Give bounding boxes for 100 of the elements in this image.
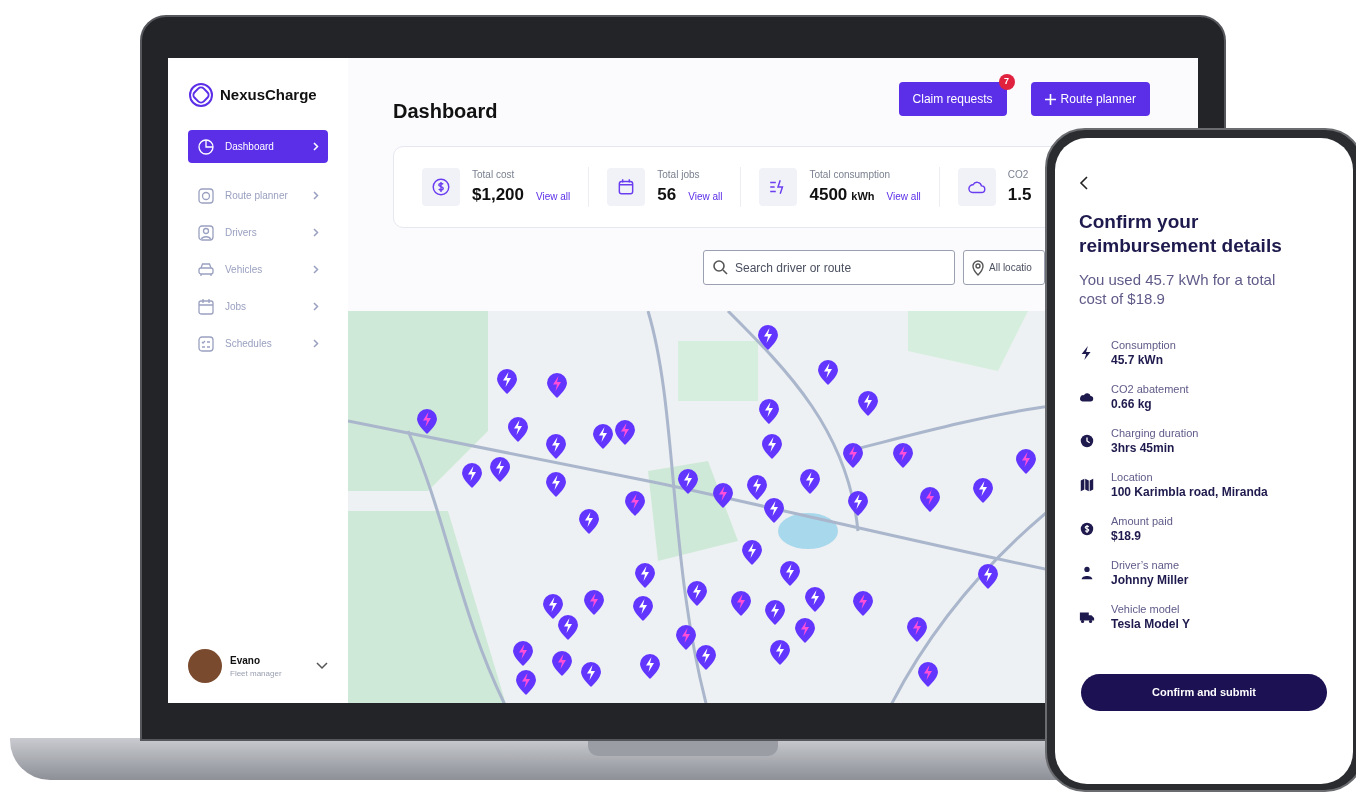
charging-pin-icon[interactable] (857, 390, 879, 417)
detail-value: Tesla Model Y (1111, 616, 1190, 632)
detail-value: 100 Karimbla road, Miranda (1111, 484, 1268, 500)
charging-pin-icon[interactable] (546, 372, 568, 399)
chevron-down-icon[interactable] (316, 662, 328, 670)
charging-pin-icon[interactable] (496, 368, 518, 395)
user-role: Fleet manager (230, 667, 282, 680)
charging-pin-icon[interactable] (461, 462, 483, 489)
chevron-right-icon (313, 265, 319, 274)
charging-pin-icon[interactable] (695, 644, 717, 671)
charging-pin-icon[interactable] (512, 640, 534, 667)
stat-value: $1,200 (472, 183, 524, 206)
charging-pin-icon[interactable] (779, 560, 801, 587)
charging-pin-icon[interactable] (917, 661, 939, 688)
charging-pin-icon[interactable] (977, 563, 999, 590)
charging-pin-icon[interactable] (712, 482, 734, 509)
charging-pin-icon[interactable] (545, 471, 567, 498)
detail-value: $18.9 (1111, 528, 1143, 544)
charging-pin-icon[interactable] (624, 490, 646, 517)
view-all-link[interactable]: View all (536, 188, 571, 204)
chevron-right-icon (313, 302, 319, 311)
driver-icon (1079, 565, 1095, 581)
charging-pin-icon[interactable] (757, 324, 779, 351)
charging-pin-icon[interactable] (919, 486, 941, 513)
charging-pin-icon[interactable] (972, 477, 994, 504)
charging-pin-icon[interactable] (892, 442, 914, 469)
user-name: Evano (230, 653, 261, 668)
charging-pin-icon[interactable] (1015, 448, 1037, 475)
charging-pin-icon[interactable] (906, 616, 928, 643)
chevron-right-icon (313, 142, 319, 151)
stat-label: Total jobs (657, 167, 701, 182)
stat-value: 4500 (809, 183, 848, 206)
charging-pin-icon[interactable] (675, 624, 697, 651)
charging-pin-icon[interactable] (686, 580, 708, 607)
location-dropdown[interactable]: All locatio (963, 250, 1045, 285)
stat-label: Total consumption (809, 167, 892, 182)
charging-pin-icon[interactable] (817, 359, 839, 386)
detail-label: Amount paid (1111, 514, 1173, 528)
charging-pin-icon[interactable] (578, 508, 600, 535)
stat-label: Total cost (472, 167, 516, 182)
charging-pin-icon[interactable] (847, 490, 869, 517)
charging-pin-icon[interactable] (583, 589, 605, 616)
back-icon[interactable] (1079, 176, 1089, 190)
charging-pin-icon[interactable] (842, 442, 864, 469)
dashboard-icon (197, 137, 215, 156)
charging-pin-icon[interactable] (677, 468, 699, 495)
charging-pin-icon[interactable] (763, 497, 785, 524)
charging-pin-icon[interactable] (580, 661, 602, 688)
charging-pin-icon[interactable] (741, 539, 763, 566)
stat-value: 56 (657, 183, 677, 206)
charging-pin-icon[interactable] (730, 590, 752, 617)
detail-value: 3hrs 45min (1111, 440, 1176, 456)
detail-label: Location (1111, 470, 1154, 484)
avatar (188, 649, 222, 683)
charging-pin-icon[interactable] (632, 595, 654, 622)
charging-pin-icon[interactable] (634, 562, 656, 589)
cost-icon (431, 177, 451, 197)
charging-pin-icon[interactable] (746, 474, 768, 501)
summary-text: You used 45.7 kWh for a total cost of $18.9 (1079, 270, 1277, 308)
charging-pin-icon[interactable] (852, 590, 874, 617)
charging-pin-icon[interactable] (639, 653, 661, 680)
charging-pin-icon[interactable] (799, 468, 821, 495)
charging-pin-icon[interactable] (592, 423, 614, 450)
charging-pin-icon[interactable] (794, 617, 816, 644)
charging-pin-icon[interactable] (515, 669, 537, 696)
jobs-icon (197, 297, 215, 316)
charging-pin-icon[interactable] (489, 456, 511, 483)
chevron-right-icon (313, 339, 319, 348)
page-title: Dashboard (393, 99, 498, 124)
charging-pin-icon[interactable] (557, 614, 579, 641)
charging-pin-icon[interactable] (764, 599, 786, 626)
search-field[interactable]: Search driver or route (703, 250, 955, 285)
charging-pin-icon[interactable] (416, 408, 438, 435)
detail-label: CO2 abatement (1111, 382, 1189, 396)
stat-value: 1.5 (1007, 183, 1032, 206)
stat-label: CO2 (1007, 167, 1030, 182)
search-icon (712, 259, 728, 275)
logo-icon (188, 82, 214, 108)
charging-pin-icon[interactable] (551, 650, 573, 677)
confirm-submit-button[interactable]: Confirm and submit (1081, 674, 1327, 711)
detail-value: Johnny Miller (1111, 572, 1189, 588)
vehicles-icon (197, 260, 215, 279)
nav-item[interactable]: Dashboard (188, 130, 328, 163)
charging-pin-icon[interactable] (542, 593, 564, 620)
chevron-right-icon (313, 228, 319, 237)
phone-title: Confirm your reimbursement details (1079, 210, 1283, 258)
charging-pin-icon[interactable] (758, 398, 780, 425)
map-drawing[interactable] (348, 311, 1045, 703)
charging-pin-icon[interactable] (507, 416, 529, 443)
view-all-link[interactable]: View all (688, 188, 723, 204)
charging-pin-icon[interactable] (804, 586, 826, 613)
detail-label: Charging duration (1111, 426, 1199, 440)
view-all-link[interactable]: View all (886, 188, 921, 204)
stat-unit: kWh (851, 188, 875, 204)
charging-pin-icon[interactable] (545, 433, 567, 460)
charging-pin-icon[interactable] (761, 433, 783, 460)
detail-label: Consumption (1111, 338, 1176, 352)
charging-pin-icon[interactable] (769, 639, 791, 666)
route-planner-button[interactable]: Route planner (1030, 82, 1150, 116)
charging-pin-icon[interactable] (614, 419, 636, 446)
